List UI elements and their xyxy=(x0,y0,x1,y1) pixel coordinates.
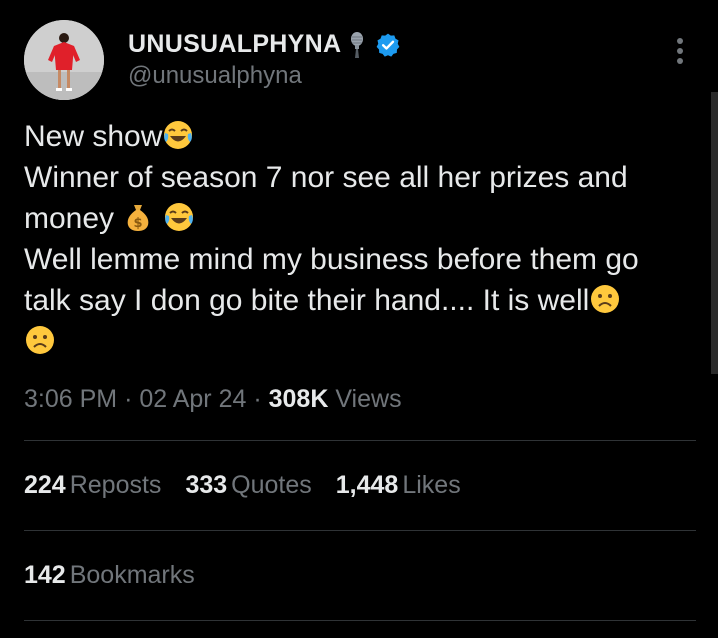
tweet-line-5: talk say I don go bite their hand.... It… xyxy=(24,280,694,321)
divider xyxy=(24,440,696,441)
views-label[interactable]: Views xyxy=(335,385,401,413)
face-with-tears-of-joy-emoji-icon xyxy=(162,119,194,151)
verified-badge-icon xyxy=(375,32,401,58)
tweet-line-1-text: New show xyxy=(24,120,163,153)
meta-separator: · xyxy=(124,385,133,413)
svg-text:$: $ xyxy=(134,216,143,231)
face-with-tears-of-joy-emoji-icon xyxy=(163,201,195,233)
bookmarks-label: Bookmarks xyxy=(69,561,195,589)
tweet-line-4: Well lemme mind my business before them … xyxy=(24,243,639,276)
tweet-line-2: Winner of season 7 nor see all her prize… xyxy=(24,161,628,194)
tweet-date[interactable]: 02 Apr 24 xyxy=(139,385,246,413)
tweet-line-3: money $ xyxy=(24,198,694,239)
tweet-line-3-text: money xyxy=(24,202,123,235)
quotes-count: 333 xyxy=(185,471,228,499)
tweet-line-1: New show xyxy=(24,116,694,157)
reposts-label: Reposts xyxy=(69,471,162,499)
likes-count: 1,448 xyxy=(335,471,399,499)
bookmarks-stat[interactable]: 142 Bookmarks xyxy=(24,561,195,590)
frowning-face-emoji-icon xyxy=(589,283,621,315)
likes-stat[interactable]: 1,448 Likes xyxy=(336,471,461,500)
profile-photo-icon xyxy=(24,20,104,100)
more-options-icon[interactable] xyxy=(668,36,692,66)
reposts-stat[interactable]: 224 Reposts xyxy=(24,471,161,500)
author-avatar[interactable] xyxy=(24,20,104,100)
tweet-line-5-text: talk say I don go bite their hand.... It… xyxy=(24,284,590,317)
tweet-text: New show Winner of season 7 nor see all … xyxy=(24,116,694,362)
divider xyxy=(24,620,696,621)
likes-label: Likes xyxy=(402,471,461,499)
tweet-meta: 3:06 PM · 02 Apr 24 · 308K Views xyxy=(24,385,402,414)
quotes-label: Quotes xyxy=(231,471,312,499)
money-bag-emoji-icon: $ xyxy=(122,201,154,233)
microphone-emoji-icon xyxy=(345,31,369,59)
scrollbar[interactable] xyxy=(711,92,718,374)
meta-separator: · xyxy=(253,385,262,413)
author-display-name-row[interactable]: UNUSUALPHYNA xyxy=(128,30,401,59)
author-display-name[interactable]: UNUSUALPHYNA xyxy=(128,30,341,59)
frowning-face-emoji-icon xyxy=(24,324,56,356)
views-count[interactable]: 308K xyxy=(269,385,329,413)
tweet-line-6 xyxy=(24,321,694,362)
engagement-stats: 224 Reposts 333 Quotes 1,448 Likes xyxy=(24,471,485,500)
reposts-count: 224 xyxy=(24,471,66,499)
author-handle[interactable]: @unusualphyna xyxy=(128,62,302,90)
tweet-time[interactable]: 3:06 PM xyxy=(24,385,117,413)
bookmarks-count: 142 xyxy=(24,561,66,589)
divider xyxy=(24,530,696,531)
quotes-stat[interactable]: 333 Quotes xyxy=(185,471,311,500)
